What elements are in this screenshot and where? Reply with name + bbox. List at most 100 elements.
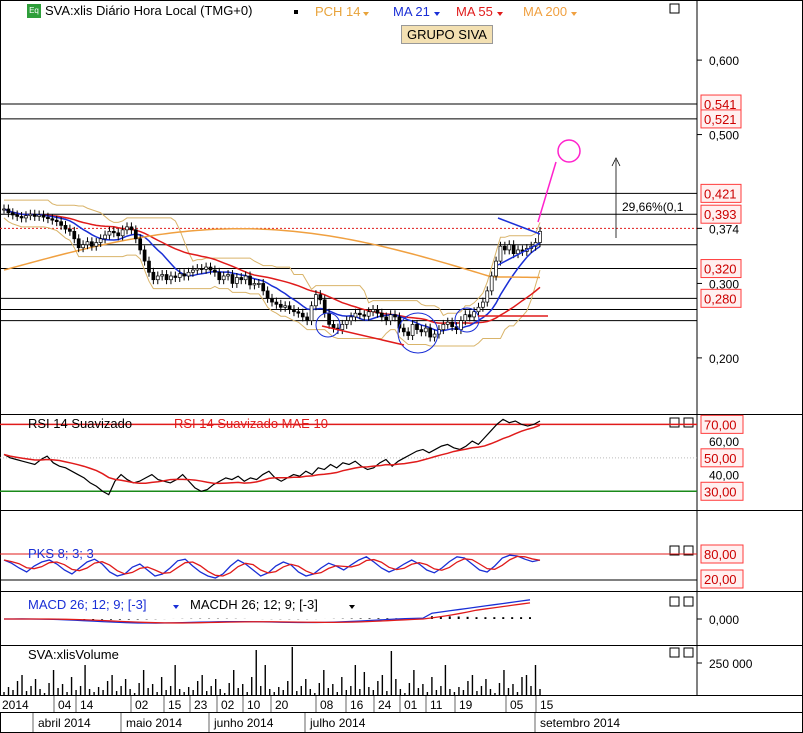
chevron-down-icon <box>349 605 355 609</box>
candle-body <box>72 230 77 240</box>
candle-body <box>147 260 151 273</box>
measure-percent-label: 29,66%(0,1 <box>622 200 684 214</box>
rsi-level-label: 50,00 <box>704 451 737 466</box>
candle-body <box>90 241 94 247</box>
candle-body <box>41 214 46 218</box>
projection-line <box>537 161 557 223</box>
legend-marker <box>294 10 298 14</box>
candle-body <box>239 277 244 281</box>
candle-body <box>248 275 252 286</box>
close-icon <box>669 647 680 658</box>
x-month-label: abril 2014 <box>38 716 91 730</box>
candle-body <box>278 303 283 308</box>
window-title: SVA:xlis Diário Hora Local (TMG+0) <box>45 3 253 18</box>
chevron-down-icon <box>497 12 503 16</box>
candle-body <box>318 294 323 301</box>
candle-body <box>155 275 160 281</box>
candle-body <box>314 294 318 307</box>
y-tick-label: 0,200 <box>709 352 739 366</box>
macd-tick-label: 0,000 <box>709 613 739 627</box>
candle-body <box>415 324 419 330</box>
candle-body <box>375 309 380 314</box>
candle-body <box>428 327 433 338</box>
candle-body <box>507 244 512 251</box>
x-day-label: 14 <box>80 698 94 712</box>
close-icon <box>669 3 680 14</box>
x-day-label: 16 <box>350 698 364 712</box>
x-day-label: 20 <box>275 698 289 712</box>
close-icon <box>669 417 680 428</box>
candle-body <box>287 305 292 310</box>
rsi-level-label: 30,00 <box>704 484 737 499</box>
candle-body <box>221 275 226 281</box>
y-tick-label: 0,600 <box>709 54 739 68</box>
candle-body <box>463 314 468 322</box>
x-day-label: 23 <box>194 698 208 712</box>
candle-body <box>511 244 516 255</box>
candle-body <box>2 208 6 211</box>
legend-item: MA 200 <box>523 4 567 19</box>
candle-body <box>191 269 195 273</box>
candle-body <box>204 266 208 270</box>
candle-body <box>283 305 288 308</box>
price-level-label: 0,521 <box>704 112 737 127</box>
legend-item: PCH 14 <box>315 4 361 19</box>
rsi-title: RSI 14 Suavizado <box>28 416 132 431</box>
candle-body <box>107 230 112 236</box>
candle-body <box>32 213 37 217</box>
x-day-label: 24 <box>378 698 392 712</box>
candle-body <box>384 316 389 322</box>
price-level-label: 0,393 <box>704 207 737 222</box>
price-level-label: 0,280 <box>704 291 737 306</box>
candle-body <box>213 269 217 273</box>
candle-body <box>68 228 72 232</box>
price-level-label: 0,320 <box>704 262 737 277</box>
candle-body <box>300 312 305 318</box>
x-month-label: setembro 2014 <box>540 716 620 730</box>
candle-body <box>467 314 472 318</box>
candle-body <box>186 271 191 277</box>
candle-body <box>432 333 437 338</box>
candle-body <box>10 212 15 216</box>
candle-body <box>160 274 165 277</box>
candle-body <box>50 218 55 221</box>
ma200-line <box>3 227 541 279</box>
candle-body <box>138 238 143 251</box>
candle-body <box>393 314 397 318</box>
candle-body <box>116 232 121 237</box>
candle-body <box>81 244 85 249</box>
x-day-label: 05 <box>510 698 524 712</box>
group-label: GRUPO SIVA <box>401 25 493 44</box>
candle-body <box>358 312 362 316</box>
x-month-label: julho 2014 <box>309 716 366 730</box>
candle-body <box>296 311 301 314</box>
candle-body <box>164 274 169 281</box>
candle-body <box>125 226 129 231</box>
candle-body <box>111 230 116 234</box>
y-tick-label: 0,500 <box>709 129 739 143</box>
candle-body <box>54 219 59 223</box>
candle-body <box>265 290 270 299</box>
close-icon <box>683 647 694 658</box>
x-day-label: 08 <box>320 698 334 712</box>
x-day-label: 19 <box>459 698 473 712</box>
volume-tick-label: 250 000 <box>709 657 753 671</box>
x-day-label: 04 <box>58 698 72 712</box>
chevron-down-icon <box>434 12 440 16</box>
candle-body <box>173 275 178 278</box>
candle-body <box>243 275 248 281</box>
target-circle <box>557 139 581 163</box>
candle-body <box>59 221 63 226</box>
pennant-upper-line <box>497 217 541 235</box>
candle-body <box>199 268 204 270</box>
ma21-line <box>3 208 541 332</box>
candle-body <box>309 305 314 322</box>
candle-body <box>169 275 173 281</box>
candle-body <box>305 316 309 322</box>
candle-body <box>142 249 147 262</box>
x-month-label: junho 2014 <box>213 716 274 730</box>
eq-badge: Eq <box>27 4 41 18</box>
rsi-level-label: 70,00 <box>704 417 737 432</box>
candle-body <box>208 266 213 271</box>
y-tick-label: 0,374 <box>709 222 739 236</box>
